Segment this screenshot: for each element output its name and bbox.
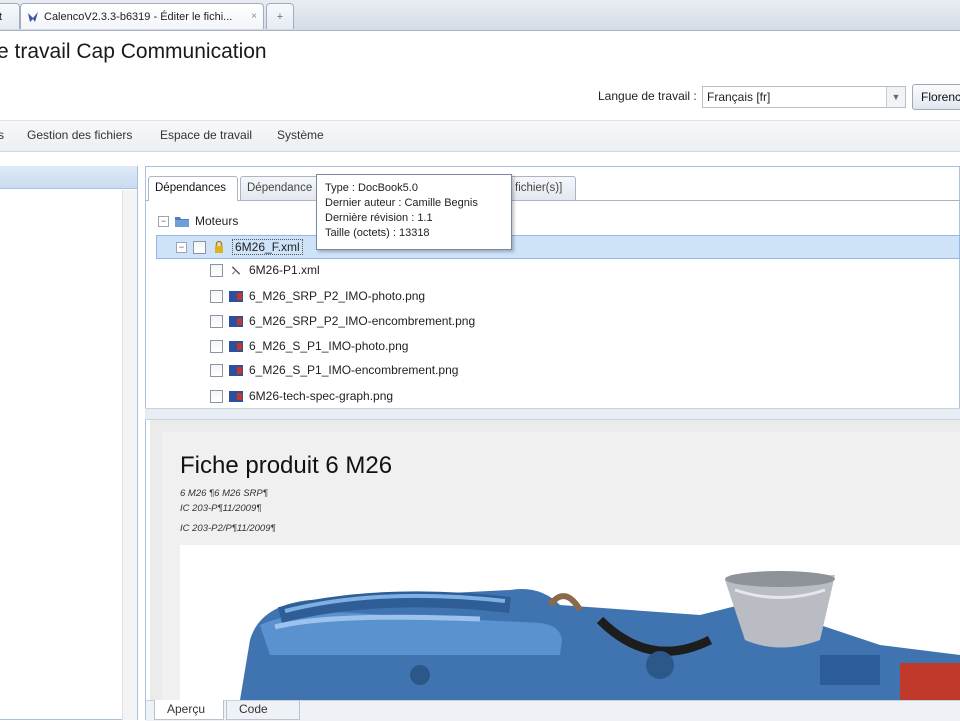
panel-splitter[interactable] [145,408,960,420]
page-title: e travail Cap Communication [0,40,267,63]
tree-item-label: 6M26-tech-spec-graph.png [249,389,394,403]
tree-item-label: 6_M26_SRP_P2_IMO-encombrement.png [249,314,476,328]
image-file-icon [229,315,243,327]
user-button[interactable]: Florence [912,84,960,110]
browser-tab-previous[interactable]: t [0,3,20,29]
tooltip-revision: Dernière révision : 1.1 [325,212,433,224]
tab-divider [146,200,960,201]
menu-item-system[interactable]: Système [277,128,324,142]
file-checkbox[interactable] [210,314,223,328]
tree-root-label: Moteurs [195,214,239,228]
tree-item-label: 6_M26_S_P1_IMO-encombrement.png [249,363,459,377]
language-label: Langue de travail : [598,89,697,103]
browser-tab-active[interactable]: CalencoV2.3.3-b6319 - Éditer le fichi...… [20,3,264,29]
left-panel [0,166,138,720]
browser-tab-title: CalencoV2.3.3-b6319 - Éditer le fichi... [44,10,233,23]
preview-meta-line: IC 203-P¶11/2009¶ [180,503,262,514]
new-tab-label: + [276,10,284,23]
tooltip-size: Taille (octets) : 13318 [325,227,430,239]
file-info-tooltip: Type : DocBook5.0 Dernier auteur : Camil… [316,174,512,250]
left-panel-scrollbar[interactable] [122,190,137,720]
menu-item-workspace[interactable]: Espace de travail [160,128,252,142]
tree-item-label: 6_M26_S_P1_IMO-photo.png [249,339,409,353]
folder-icon [175,216,189,227]
menu-item-file-management[interactable]: Gestion des fichiers [27,128,132,142]
language-select-value: Français [fr] [707,90,771,104]
image-file-icon [229,364,243,376]
image-file-icon [229,290,243,302]
browser-tab-previous-label: t [0,11,2,23]
tree-item[interactable]: 6_M26_S_P1_IMO-encombrement.png [210,359,458,381]
tree-root[interactable]: − Moteurs [158,210,238,232]
tree-item-label: 6_M26_SRP_P2_IMO-photo.png [249,289,426,303]
chevron-down-icon[interactable]: ▼ [886,87,905,107]
tree-item[interactable]: 6M26-tech-spec-graph.png [210,385,393,407]
tree-item[interactable]: 6_M26_SRP_P2_IMO-photo.png [210,285,425,307]
menu-item-partial[interactable]: s [0,128,4,142]
engine-photo [180,545,960,700]
tree-item[interactable]: 6_M26_SRP_P2_IMO-encombrement.png [210,310,475,332]
collapse-icon[interactable]: − [176,241,187,253]
tree-item-label: 6M26-P1.xml [249,263,320,277]
preview-meta-line: 6 M26 ¶6 M26 SRP¶ [180,488,268,499]
tab-dependents[interactable]: Dépendance [240,176,318,200]
close-tab-icon[interactable]: × [251,11,257,22]
app-favicon-icon [28,11,38,22]
tab-dependencies[interactable]: Dépendances [148,176,238,201]
file-checkbox[interactable] [193,240,206,254]
lock-icon [215,240,223,253]
tooltip-author: Dernier auteur : Camille Begnis [325,197,478,209]
tab-preview[interactable]: Aperçu [154,700,224,720]
preview-doc-title: Fiche produit 6 M26 [180,452,393,479]
left-panel-header [0,166,137,189]
tooltip-type: Type : DocBook5.0 [325,182,418,194]
tab-code[interactable]: Code [226,700,300,720]
tab-files[interactable]: fichier(s)] [508,176,576,200]
selected-file-label: 6M26_F.xml [232,239,303,255]
xml-file-icon [231,265,241,275]
file-checkbox[interactable] [210,339,223,353]
collapse-icon[interactable]: − [158,215,169,227]
engine-image [180,545,960,700]
file-checkbox[interactable] [210,389,223,403]
file-checkbox[interactable] [210,363,223,377]
file-checkbox[interactable] [210,263,223,277]
tree-item[interactable]: 6_M26_S_P1_IMO-photo.png [210,335,408,357]
language-select[interactable]: Français [fr] ▼ [702,86,906,108]
image-file-icon [229,340,243,352]
preview-meta-line: IC 203-P2/P¶11/2009¶ [180,523,276,534]
tree-selected-file[interactable]: − 6M26_F.xml [176,236,303,258]
image-file-icon [229,390,243,402]
menu-bar [0,120,960,152]
new-tab-button[interactable]: + [266,3,294,29]
tree-item[interactable]: 6M26-P1.xml [210,259,320,281]
file-checkbox[interactable] [210,289,223,303]
